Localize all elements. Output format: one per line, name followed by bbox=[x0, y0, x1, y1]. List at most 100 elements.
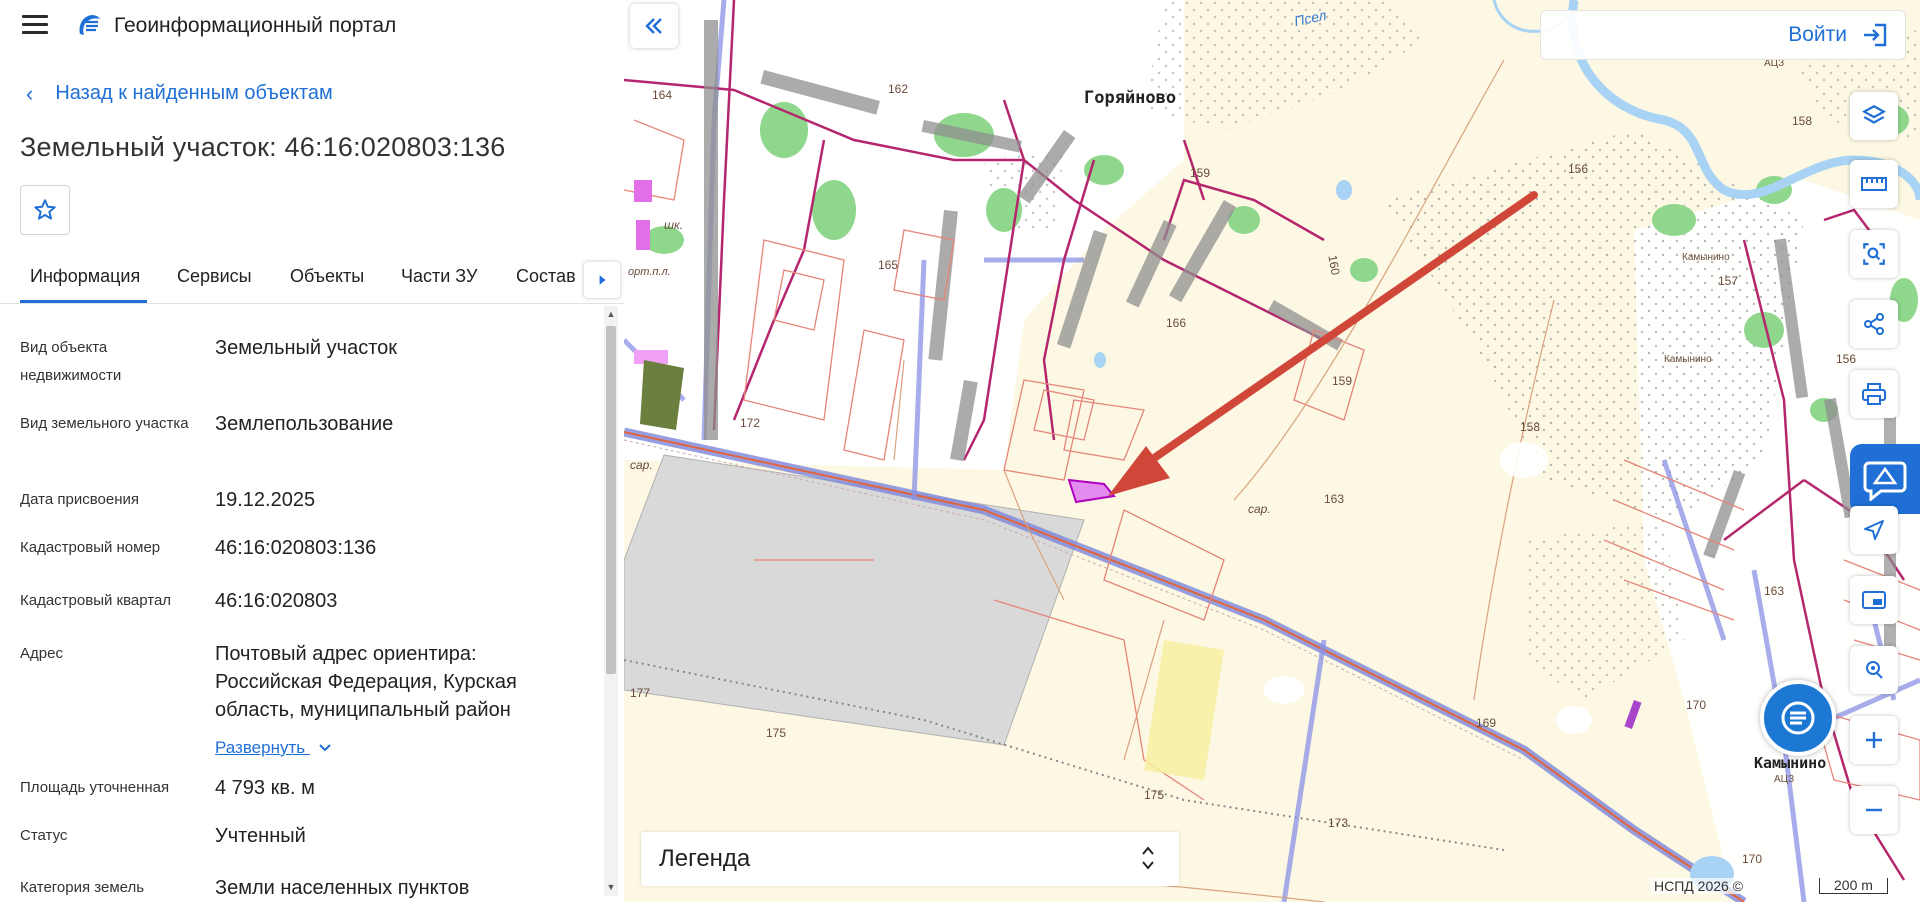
measure-button[interactable] bbox=[1850, 160, 1898, 208]
plus-icon bbox=[1866, 732, 1882, 748]
map-canvas[interactable]: Горяйново Камынино Псел Камынино Камынин… bbox=[624, 0, 1920, 902]
top-bar: Геоинформационный портал bbox=[0, 0, 624, 52]
field-label: Площадь уточненная bbox=[20, 779, 170, 796]
school-label: шк. bbox=[664, 218, 683, 232]
field-label: Адрес bbox=[20, 645, 63, 662]
field-value: 19.12.2025 bbox=[215, 489, 316, 511]
layers-button[interactable] bbox=[1850, 92, 1898, 140]
layers-icon bbox=[1862, 105, 1886, 124]
field-label: Вид объекта недвижимости bbox=[20, 339, 122, 384]
zoom-out-button[interactable] bbox=[1850, 786, 1898, 834]
back-link-label: Назад к найденным объектам bbox=[55, 82, 333, 104]
expand-collapse-icon bbox=[1142, 846, 1154, 870]
legend-panel[interactable]: Легенда bbox=[641, 832, 1179, 886]
tab-services[interactable]: Сервисы bbox=[177, 266, 252, 287]
ruler-icon bbox=[1861, 177, 1887, 191]
height-label: 166 bbox=[1166, 316, 1187, 330]
tab-objects[interactable]: Объекты bbox=[290, 266, 364, 287]
field-value: 46:16:020803:136 bbox=[215, 537, 377, 559]
scroll-up-icon[interactable]: ▲ bbox=[606, 309, 616, 319]
tab-parts[interactable]: Части ЗУ bbox=[401, 266, 477, 287]
share-icon bbox=[1864, 313, 1884, 335]
share-button[interactable] bbox=[1850, 300, 1898, 348]
field-value: Земли населенных пунктов bbox=[215, 877, 470, 899]
chat-bubble-icon bbox=[1863, 461, 1907, 501]
double-chevron-left-icon bbox=[645, 18, 662, 34]
field-value: Землепользование bbox=[215, 413, 394, 435]
attribute-list: Вид объекта недвижимости Земельный участ… bbox=[0, 310, 600, 902]
portal-logo-icon bbox=[79, 15, 100, 35]
minimap-button[interactable] bbox=[1850, 576, 1898, 624]
height-label: 156 bbox=[1568, 162, 1589, 176]
info-panel: Геоинформационный портал ‹ Назад к найде… bbox=[0, 0, 624, 902]
height-label: 163 bbox=[1764, 584, 1785, 598]
field-value: Земельный участок bbox=[215, 337, 398, 359]
place-label-small: Камынино bbox=[1682, 252, 1730, 263]
navigation-arrow-icon bbox=[1864, 520, 1884, 540]
active-tab-indicator bbox=[20, 300, 147, 303]
field-label: Статус bbox=[20, 827, 68, 844]
chat-button[interactable] bbox=[1760, 680, 1836, 756]
scale-bar: 200 m bbox=[1819, 878, 1888, 894]
area-search-icon bbox=[1863, 243, 1885, 265]
print-icon bbox=[1862, 383, 1886, 405]
login-icon bbox=[1864, 23, 1887, 47]
print-button[interactable] bbox=[1850, 370, 1898, 418]
place-label-goryainovo: Горяйново bbox=[1084, 88, 1177, 108]
tab-composition[interactable]: Состав bbox=[516, 266, 576, 287]
login-label: Войти bbox=[1788, 23, 1847, 46]
chat-icon bbox=[1781, 701, 1815, 735]
height-label: 165 bbox=[878, 258, 899, 272]
height-label: 158 bbox=[1792, 114, 1813, 128]
height-label: 170 bbox=[1686, 698, 1707, 712]
sar-label: сар. bbox=[630, 458, 653, 472]
height-label: 163 bbox=[1324, 492, 1345, 506]
tab-information[interactable]: Информация bbox=[30, 266, 140, 287]
height-label: 159 bbox=[1190, 166, 1211, 180]
field-value: Учтенный bbox=[215, 825, 306, 847]
height-label: 156 bbox=[1836, 352, 1857, 366]
acz-label: АЦЗ bbox=[1774, 774, 1795, 785]
login-button[interactable]: Войти bbox=[1540, 10, 1906, 60]
navigate-button[interactable] bbox=[1850, 506, 1898, 554]
ort-label: орт.п.л. bbox=[628, 266, 671, 278]
field-label: Кадастровый номер bbox=[20, 539, 161, 556]
height-label: 157 bbox=[1718, 274, 1739, 288]
chevron-down-icon bbox=[319, 744, 331, 752]
height-label: 175 bbox=[766, 726, 787, 740]
area-search-button[interactable] bbox=[1850, 230, 1898, 278]
legend-title: Легенда bbox=[659, 845, 751, 872]
tabs-scroll-right-button[interactable] bbox=[584, 262, 620, 298]
height-label: 172 bbox=[740, 416, 761, 430]
minimap-icon bbox=[1862, 591, 1886, 609]
locate-button[interactable] bbox=[1850, 646, 1898, 694]
field-label: Дата присвоения bbox=[20, 491, 139, 508]
caret-right-icon bbox=[599, 275, 606, 285]
height-label: 162 bbox=[888, 82, 909, 96]
back-to-results-link[interactable]: ‹ Назад к найденным объектам bbox=[26, 82, 333, 105]
scroll-down-icon[interactable]: ▼ bbox=[606, 882, 616, 892]
map-base-layer bbox=[624, 0, 1920, 902]
field-label: Вид земельного участка bbox=[20, 415, 189, 432]
height-label: 164 bbox=[652, 88, 673, 102]
menu-icon[interactable] bbox=[22, 15, 48, 35]
chevron-left-icon: ‹ bbox=[26, 80, 34, 106]
location-search-icon bbox=[1866, 661, 1883, 679]
tab-bar: Информация Сервисы Объекты Части ЗУ Сост… bbox=[0, 256, 624, 304]
copyright-text: НСПД 2026 © bbox=[1650, 878, 1748, 894]
height-label: 177 bbox=[630, 686, 651, 700]
collapse-panel-button[interactable] bbox=[630, 4, 678, 48]
app-title: Геоинформационный портал bbox=[114, 14, 397, 37]
place-label-small: Камынино bbox=[1664, 354, 1712, 365]
scrollbar-thumb[interactable] bbox=[606, 326, 616, 674]
assistant-brand-button[interactable] bbox=[1850, 444, 1920, 514]
page-title: Земельный участок: 46:16:020803:136 bbox=[20, 132, 506, 162]
field-label: Кадастровый квартал bbox=[20, 592, 172, 609]
field-label: Категория земель bbox=[20, 879, 145, 896]
height-label: 159 bbox=[1332, 374, 1353, 388]
zoom-in-button[interactable] bbox=[1850, 716, 1898, 764]
favorite-button[interactable] bbox=[20, 185, 70, 235]
height-label: 175 bbox=[1144, 788, 1165, 802]
expand-label: Развернуть bbox=[215, 738, 306, 757]
expand-link[interactable]: Развернуть bbox=[215, 738, 332, 758]
